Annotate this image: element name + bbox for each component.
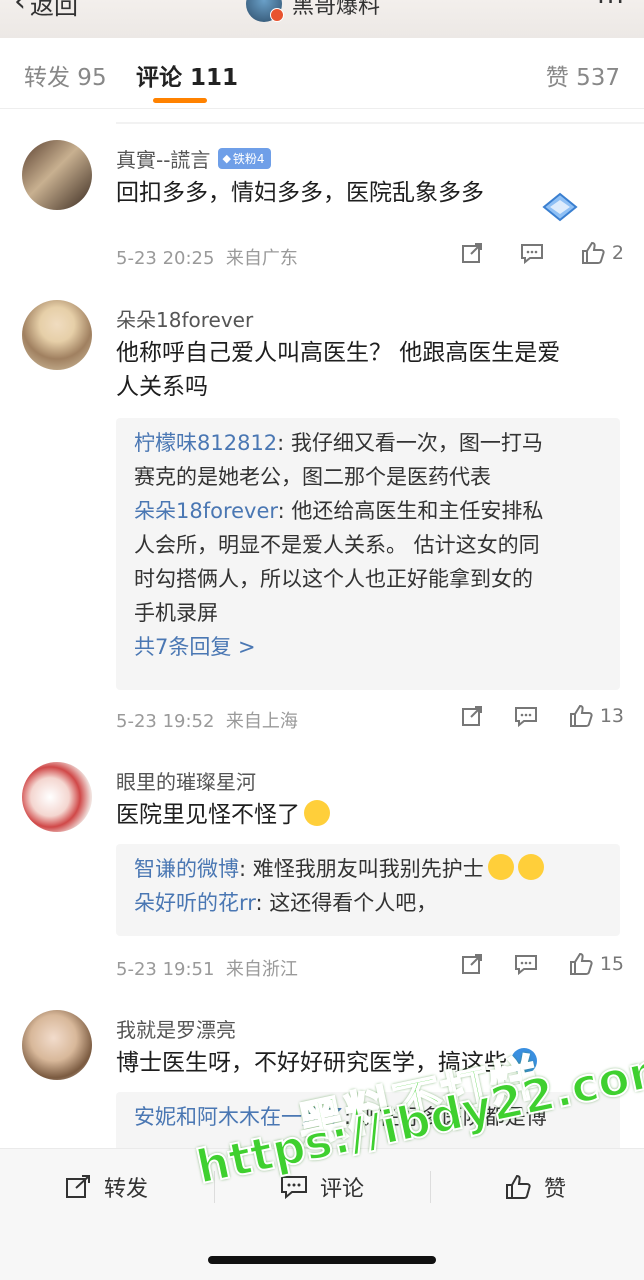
reply-text: : 现在好多医院都是博 — [344, 1105, 547, 1129]
reply-text: 赛克的是她老公，图二那个是医药代表 — [134, 465, 491, 489]
comment-location: 来自广东 — [225, 248, 298, 269]
comment-username[interactable]: 朵朵18forever — [116, 304, 253, 333]
comment-icon — [514, 707, 537, 728]
comment-actions: 15 — [460, 951, 624, 977]
reply-text: : 难怪我朋友叫我别先护士 — [239, 857, 484, 881]
active-tab-indicator — [153, 98, 207, 103]
avatar[interactable] — [22, 140, 92, 210]
comment-icon — [520, 244, 543, 265]
post-tabs: 转发 95 评论 111 赞 537 — [0, 38, 644, 109]
comment-meta: 5-23 20:25 来自广东 — [116, 244, 298, 270]
comment-username[interactable]: 真實--謊言 ◆ 铁粉4 — [116, 144, 271, 173]
thumbs-up-icon — [581, 241, 605, 264]
share-icon — [66, 1175, 90, 1198]
reply-preview-box[interactable]: 安妮和阿木木在一起了: 现在好多医院都是博 — [116, 1092, 620, 1152]
avatar[interactable] — [22, 300, 92, 370]
comment-time: 5-23 19:51 — [116, 959, 215, 980]
comment-meta: 5-23 19:51 来自浙江 — [116, 955, 298, 981]
comment-username[interactable]: 眼里的璀璨星河 — [116, 766, 256, 795]
like-button[interactable]: 赞 — [504, 1171, 566, 1203]
chevron-left-icon: ‹ — [14, 0, 26, 19]
more-options-icon[interactable]: ··· — [597, 0, 626, 16]
divider — [116, 122, 644, 124]
home-indicator — [208, 1256, 436, 1264]
tab-repost[interactable]: 转发 95 — [24, 58, 107, 92]
reply-text: 手机录屏 — [134, 601, 218, 625]
doraemon-emoji-icon — [511, 1047, 537, 1074]
comment-icon — [281, 1176, 307, 1200]
comment-button[interactable]: 评论 — [280, 1171, 364, 1203]
like-count: 15 — [599, 953, 624, 975]
share-button[interactable] — [460, 241, 484, 265]
reply-text: : 这还得看个人吧， — [255, 891, 438, 915]
comment-time: 5-23 20:25 — [116, 248, 215, 269]
share-button[interactable] — [460, 704, 484, 728]
share-icon — [462, 706, 482, 726]
back-button[interactable]: ‹ 返回 — [14, 0, 78, 21]
comment-meta: 5-23 19:52 来自上海 — [116, 707, 298, 733]
diamond-icon: ◆ — [222, 152, 231, 165]
like-button[interactable]: 13 — [568, 703, 624, 729]
reply-text: : 我仔细又看一次，图一打马 — [277, 431, 543, 455]
back-label: 返回 — [30, 0, 78, 20]
reply-preview-box[interactable]: 智谦的微博: 难怪我朋友叫我别先护士 朵好听的花rr: 这还得看个人吧， — [116, 844, 620, 936]
reply-username[interactable]: 智谦的微博 — [134, 857, 239, 881]
divider — [430, 1171, 431, 1203]
avatar[interactable] — [22, 762, 92, 832]
sparkle-diamond-icon — [542, 192, 578, 222]
reply-username[interactable]: 安妮和阿木木在一起了 — [134, 1105, 344, 1129]
reply-button[interactable] — [514, 704, 538, 728]
comment-actions: 2 — [460, 240, 624, 266]
thumbs-up-icon — [569, 704, 593, 727]
reply-text: 时勾搭俩人，所以这个人也正好能拿到女的 — [134, 567, 533, 591]
fan-badge: ◆ 铁粉4 — [218, 148, 271, 169]
comment-text: 医院里见怪不怪了 — [116, 798, 616, 832]
comment-text: 他称呼自己爱人叫高医生？ 他跟高医生是爱 人关系吗 — [116, 340, 561, 400]
like-count: 13 — [599, 705, 624, 727]
repost-button[interactable]: 转发 — [64, 1171, 148, 1203]
share-button[interactable] — [460, 952, 484, 976]
like-count: 2 — [611, 242, 624, 264]
sweat-emoji-icon — [487, 854, 514, 880]
account-avatar — [246, 0, 284, 22]
comment-location: 来自上海 — [225, 711, 298, 732]
account-header[interactable]: 黑哥爆料 — [246, 0, 380, 22]
view-all-replies-link[interactable]: 共7条回复 > — [134, 630, 602, 664]
comment-actions: 13 — [460, 703, 624, 729]
comment-icon — [514, 955, 537, 976]
sweat-emoji-icon — [517, 854, 544, 880]
comment-username[interactable]: 我就是罗漂亮 — [116, 1014, 236, 1043]
reply-preview-box[interactable]: 柠檬味812812: 我仔细又看一次，图一打马 赛克的是她老公，图二那个是医药代… — [116, 418, 620, 690]
reply-username[interactable]: 柠檬味812812 — [134, 431, 277, 455]
reply-button[interactable] — [514, 952, 538, 976]
thumbs-up-icon — [569, 952, 593, 975]
reply-button[interactable] — [520, 241, 544, 265]
like-button[interactable]: 15 — [568, 951, 624, 977]
tab-comments[interactable]: 评论 111 — [136, 58, 238, 92]
account-name: 黑哥爆料 — [292, 0, 381, 19]
reply-username[interactable]: 朵好听的花rr — [134, 891, 256, 915]
comment-location: 来自浙江 — [225, 959, 298, 980]
like-button[interactable]: 2 — [580, 240, 624, 266]
comment-text: 博士医生呀，不好好研究医学，搞这些 — [116, 1046, 636, 1080]
reply-text: 人会所，明显不是爱人关系。 估计这女的同 — [134, 533, 540, 557]
divider — [214, 1171, 215, 1203]
laughing-emoji-icon — [304, 799, 330, 826]
share-icon — [462, 243, 482, 263]
top-navigation-bar: ‹ 返回 黑哥爆料 ··· — [0, 0, 644, 38]
share-icon — [462, 954, 482, 974]
reply-username[interactable]: 朵朵18forever — [134, 499, 278, 523]
reply-text: : 他还给高医生和主任安排私 — [277, 499, 544, 523]
thumbs-up-icon — [506, 1174, 531, 1199]
avatar[interactable] — [22, 1010, 92, 1080]
tab-likes[interactable]: 赞 537 — [546, 58, 620, 92]
comment-time: 5-23 19:52 — [116, 711, 215, 732]
